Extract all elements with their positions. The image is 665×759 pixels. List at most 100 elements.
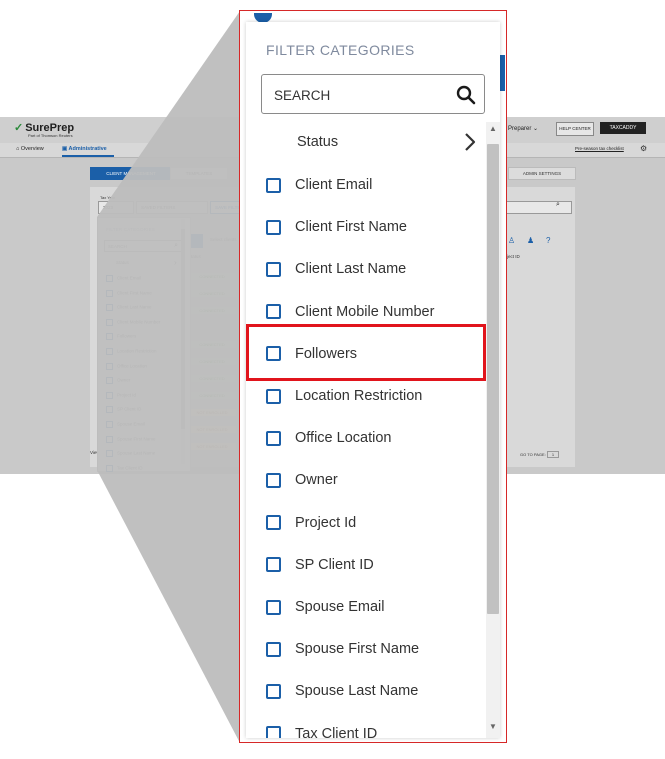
logo-subtitle: Part of Thomson Reuters — [28, 133, 73, 138]
checkbox[interactable] — [266, 726, 281, 738]
filter-item-followers[interactable]: Followers — [266, 342, 357, 366]
search-icon[interactable] — [456, 85, 476, 105]
mini-checkbox[interactable] — [106, 435, 113, 443]
saved-filters-select[interactable]: SAVED FILTERS — [136, 201, 208, 214]
mini-filter-item[interactable]: Spouse First Name — [106, 435, 156, 443]
checkbox[interactable] — [266, 388, 281, 404]
mini-filter-item[interactable]: Client First Name — [106, 289, 152, 297]
pre-season-checklist-link[interactable]: Pre-season tax checklist — [575, 146, 624, 151]
filter-item-project-id[interactable]: Project Id — [266, 511, 356, 535]
scroll-up-arrow-icon[interactable]: ▲ — [489, 124, 497, 133]
mini-filter-item[interactable]: Followers — [106, 333, 136, 341]
status-badge: NOT ENROLLED — [188, 426, 236, 433]
mini-scrollbar-thumb[interactable] — [181, 229, 185, 429]
search-icon[interactable]: ⌕ — [174, 240, 178, 252]
mini-filter-item[interactable]: Client Email — [106, 275, 141, 282]
filter-item-owner[interactable]: Owner — [266, 468, 338, 492]
mini-filter-item-label: Office Location — [117, 363, 147, 369]
chevron-right-icon[interactable]: › — [174, 258, 177, 267]
mini-filter-item[interactable]: Owner — [106, 377, 130, 385]
mini-checkbox[interactable] — [106, 421, 113, 428]
mini-checkbox[interactable] — [106, 289, 113, 297]
gear-icon[interactable]: ⚙ — [640, 144, 647, 153]
mini-filter-item[interactable]: Office Location — [106, 362, 147, 370]
checkbox[interactable] — [266, 557, 281, 573]
checkbox[interactable] — [266, 177, 281, 193]
help-icon[interactable]: ? — [546, 236, 550, 245]
mini-checkbox[interactable] — [106, 362, 113, 370]
filter-item-spouse-first-name[interactable]: Spouse First Name — [266, 637, 419, 661]
status-badge: CONNECTED — [188, 341, 236, 348]
filter-item-client-email[interactable]: Client Email — [266, 173, 372, 197]
filter-search-input[interactable] — [274, 86, 444, 104]
mini-search-field[interactable]: SEARCH ⌕ — [104, 240, 182, 252]
taxcaddy-button[interactable]: TAXCADDY — [600, 122, 646, 134]
tab-templates[interactable]: TEMPLATES — [170, 167, 228, 180]
mini-filter-item[interactable]: Client Last Name — [106, 304, 152, 312]
mini-checkbox[interactable] — [106, 377, 113, 385]
filter-item-status[interactable]: Status — [297, 134, 338, 150]
mini-filter-item-label: Tax Client ID — [117, 465, 143, 471]
preparer-dropdown[interactable]: Preparer ⌄ — [508, 125, 538, 132]
mini-checkbox[interactable] — [106, 464, 113, 472]
mini-filter-item[interactable]: Project Id — [106, 391, 136, 399]
filter-item-label: SP Client ID — [295, 556, 374, 573]
mini-checkbox[interactable] — [106, 406, 113, 414]
mini-filter-item[interactable]: Location Restriction — [106, 348, 157, 355]
checkbox[interactable] — [266, 430, 281, 446]
filter-item-client-first-name[interactable]: Client First Name — [266, 215, 407, 239]
filter-scrollbar-thumb[interactable] — [487, 144, 499, 614]
chevron-right-icon[interactable] — [464, 132, 476, 152]
nav-administrative[interactable]: ▣ Administrative — [62, 146, 107, 152]
mini-checkbox[interactable] — [106, 450, 113, 458]
filter-item-label: Project Id — [295, 514, 357, 531]
filter-item-spouse-email[interactable]: Spouse Email — [266, 595, 384, 619]
checkbox[interactable] — [266, 304, 281, 320]
mini-filter-item[interactable]: SP Client ID — [106, 406, 142, 414]
filter-item-client-last-name[interactable]: Client Last Name — [266, 257, 406, 281]
checkbox[interactable] — [266, 599, 281, 615]
mini-filter-item[interactable]: Spouse Last Name — [106, 450, 155, 458]
tab-admin-settings[interactable]: ADMIN SETTINGS — [508, 167, 576, 180]
mini-checkbox[interactable] — [106, 275, 113, 282]
checkbox[interactable] — [266, 219, 281, 235]
mini-checkbox[interactable] — [106, 391, 113, 399]
mini-checkbox[interactable] — [106, 333, 113, 341]
checkbox[interactable] — [266, 472, 281, 488]
mini-checkbox[interactable] — [106, 318, 113, 326]
filter-scrollbar[interactable]: ▲ ▼ — [486, 122, 500, 738]
filter-item-client-mobile-number[interactable]: Client Mobile Number — [266, 300, 434, 324]
filter-item-location-restriction[interactable]: Location Restriction — [266, 384, 422, 408]
mini-checkbox[interactable] — [106, 348, 113, 355]
filter-item-spouse-last-name[interactable]: Spouse Last Name — [266, 679, 418, 703]
mini-filter-item[interactable]: Spouse Email — [106, 421, 145, 428]
mini-status-label: Status — [116, 260, 129, 265]
filter-item-label: Location Restriction — [295, 388, 423, 404]
mini-status-item[interactable]: Status — [116, 260, 129, 265]
user-icon[interactable]: ♙ — [508, 236, 515, 245]
checkbox[interactable] — [266, 641, 281, 657]
tab-client-management[interactable]: CLIENT MANAGEMENT — [90, 167, 172, 180]
add-user-icon[interactable]: ♟ — [527, 236, 534, 245]
mini-filter-item-label: Client First Name — [117, 290, 152, 296]
filter-toggle-button[interactable] — [191, 234, 203, 248]
table-search-icon[interactable]: ⌕ — [556, 201, 560, 209]
tax-year-select[interactable]: 2023 — [98, 201, 134, 214]
checkbox[interactable] — [266, 683, 281, 699]
mini-checkbox[interactable] — [106, 304, 113, 312]
filter-search-field[interactable] — [261, 74, 485, 114]
mini-filter-item[interactable]: Tax Client ID — [106, 464, 143, 472]
nav-overview[interactable]: ⌂ Overview — [16, 146, 44, 152]
mini-search-placeholder: SEARCH — [108, 244, 127, 249]
filter-item-office-location[interactable]: Office Location — [266, 426, 391, 450]
filter-item-tax-client-id[interactable]: Tax Client ID — [266, 722, 377, 738]
scroll-down-arrow-icon[interactable]: ▼ — [489, 722, 497, 731]
help-center-button[interactable]: HELP CENTER — [556, 122, 594, 136]
checkbox[interactable] — [266, 515, 281, 531]
checkbox[interactable] — [266, 261, 281, 277]
checkbox[interactable] — [266, 346, 281, 362]
mini-filter-item-label: SP Client ID — [117, 407, 142, 413]
filter-item-sp-client-id[interactable]: SP Client ID — [266, 553, 374, 577]
go-to-page-input[interactable]: 1 — [546, 451, 560, 458]
mini-filter-item[interactable]: Client Mobile Number — [106, 318, 160, 326]
